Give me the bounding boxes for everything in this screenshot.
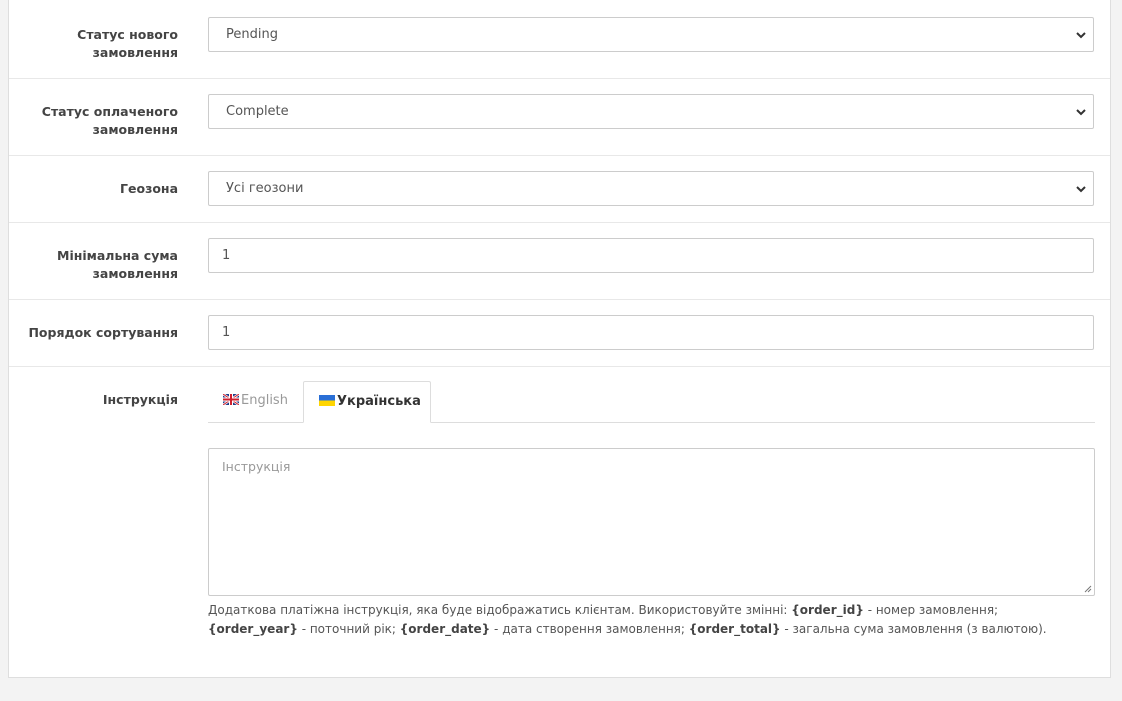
tab-english[interactable]: English [208,381,303,422]
geo-zone-label: Геозона [120,181,178,196]
tab-ukrainian-label: Українська [337,394,421,409]
new-order-status-select[interactable]: Pending [208,17,1094,52]
var-order-year: {order_year} [208,622,298,636]
new-order-status-label: Статус нового замовлення [77,27,178,60]
sort-order-input[interactable]: 1 [208,315,1094,350]
instruction-placeholder: Інструкція [222,459,291,474]
sort-order-label: Порядок сортування [28,325,178,340]
row-paid-order-status: Статус оплаченого замовлення Complete [9,78,1110,156]
paid-order-status-label: Статус оплаченого замовлення [41,104,178,137]
settings-panel: Статус нового замовлення Pending Статус … [8,0,1111,678]
chevron-down-icon [1076,186,1086,193]
min-total-value: 1 [222,248,231,263]
min-total-label: Мінімальна сума замовлення [57,248,178,281]
instruction-help-text: Додаткова платіжна інструкція, яка буде … [208,603,1047,636]
sort-order-value: 1 [222,325,231,340]
chevron-down-icon [1076,109,1086,116]
ukraine-flag-icon [319,395,335,406]
row-new-order-status: Статус нового замовлення Pending [9,0,1110,79]
var-order-id: {order_id} [791,603,864,617]
uk-flag-icon [223,394,239,405]
chevron-down-icon [1076,32,1086,39]
var-order-date: {order_date} [399,622,491,636]
language-tabs: English Українська [208,381,1095,423]
instruction-textarea[interactable]: Інструкція [208,448,1095,596]
instruction-label: Інструкція [102,392,178,407]
min-total-input[interactable]: 1 [208,238,1094,273]
geo-zone-select[interactable]: Усі геозони [208,171,1094,206]
var-order-total: {order_total} [688,622,781,636]
resize-grip-icon[interactable] [1083,584,1092,593]
paid-order-status-value: Complete [226,104,289,119]
geo-zone-value: Усі геозони [226,181,304,196]
tab-english-label: English [241,393,288,408]
paid-order-status-select[interactable]: Complete [208,94,1094,129]
row-sort-order: Порядок сортування 1 [9,299,1110,367]
row-geo-zone: Геозона Усі геозони [9,155,1110,223]
tab-ukrainian[interactable]: Українська [303,381,431,423]
new-order-status-value: Pending [226,27,278,42]
row-min-total: Мінімальна сума замовлення 1 [9,222,1110,300]
